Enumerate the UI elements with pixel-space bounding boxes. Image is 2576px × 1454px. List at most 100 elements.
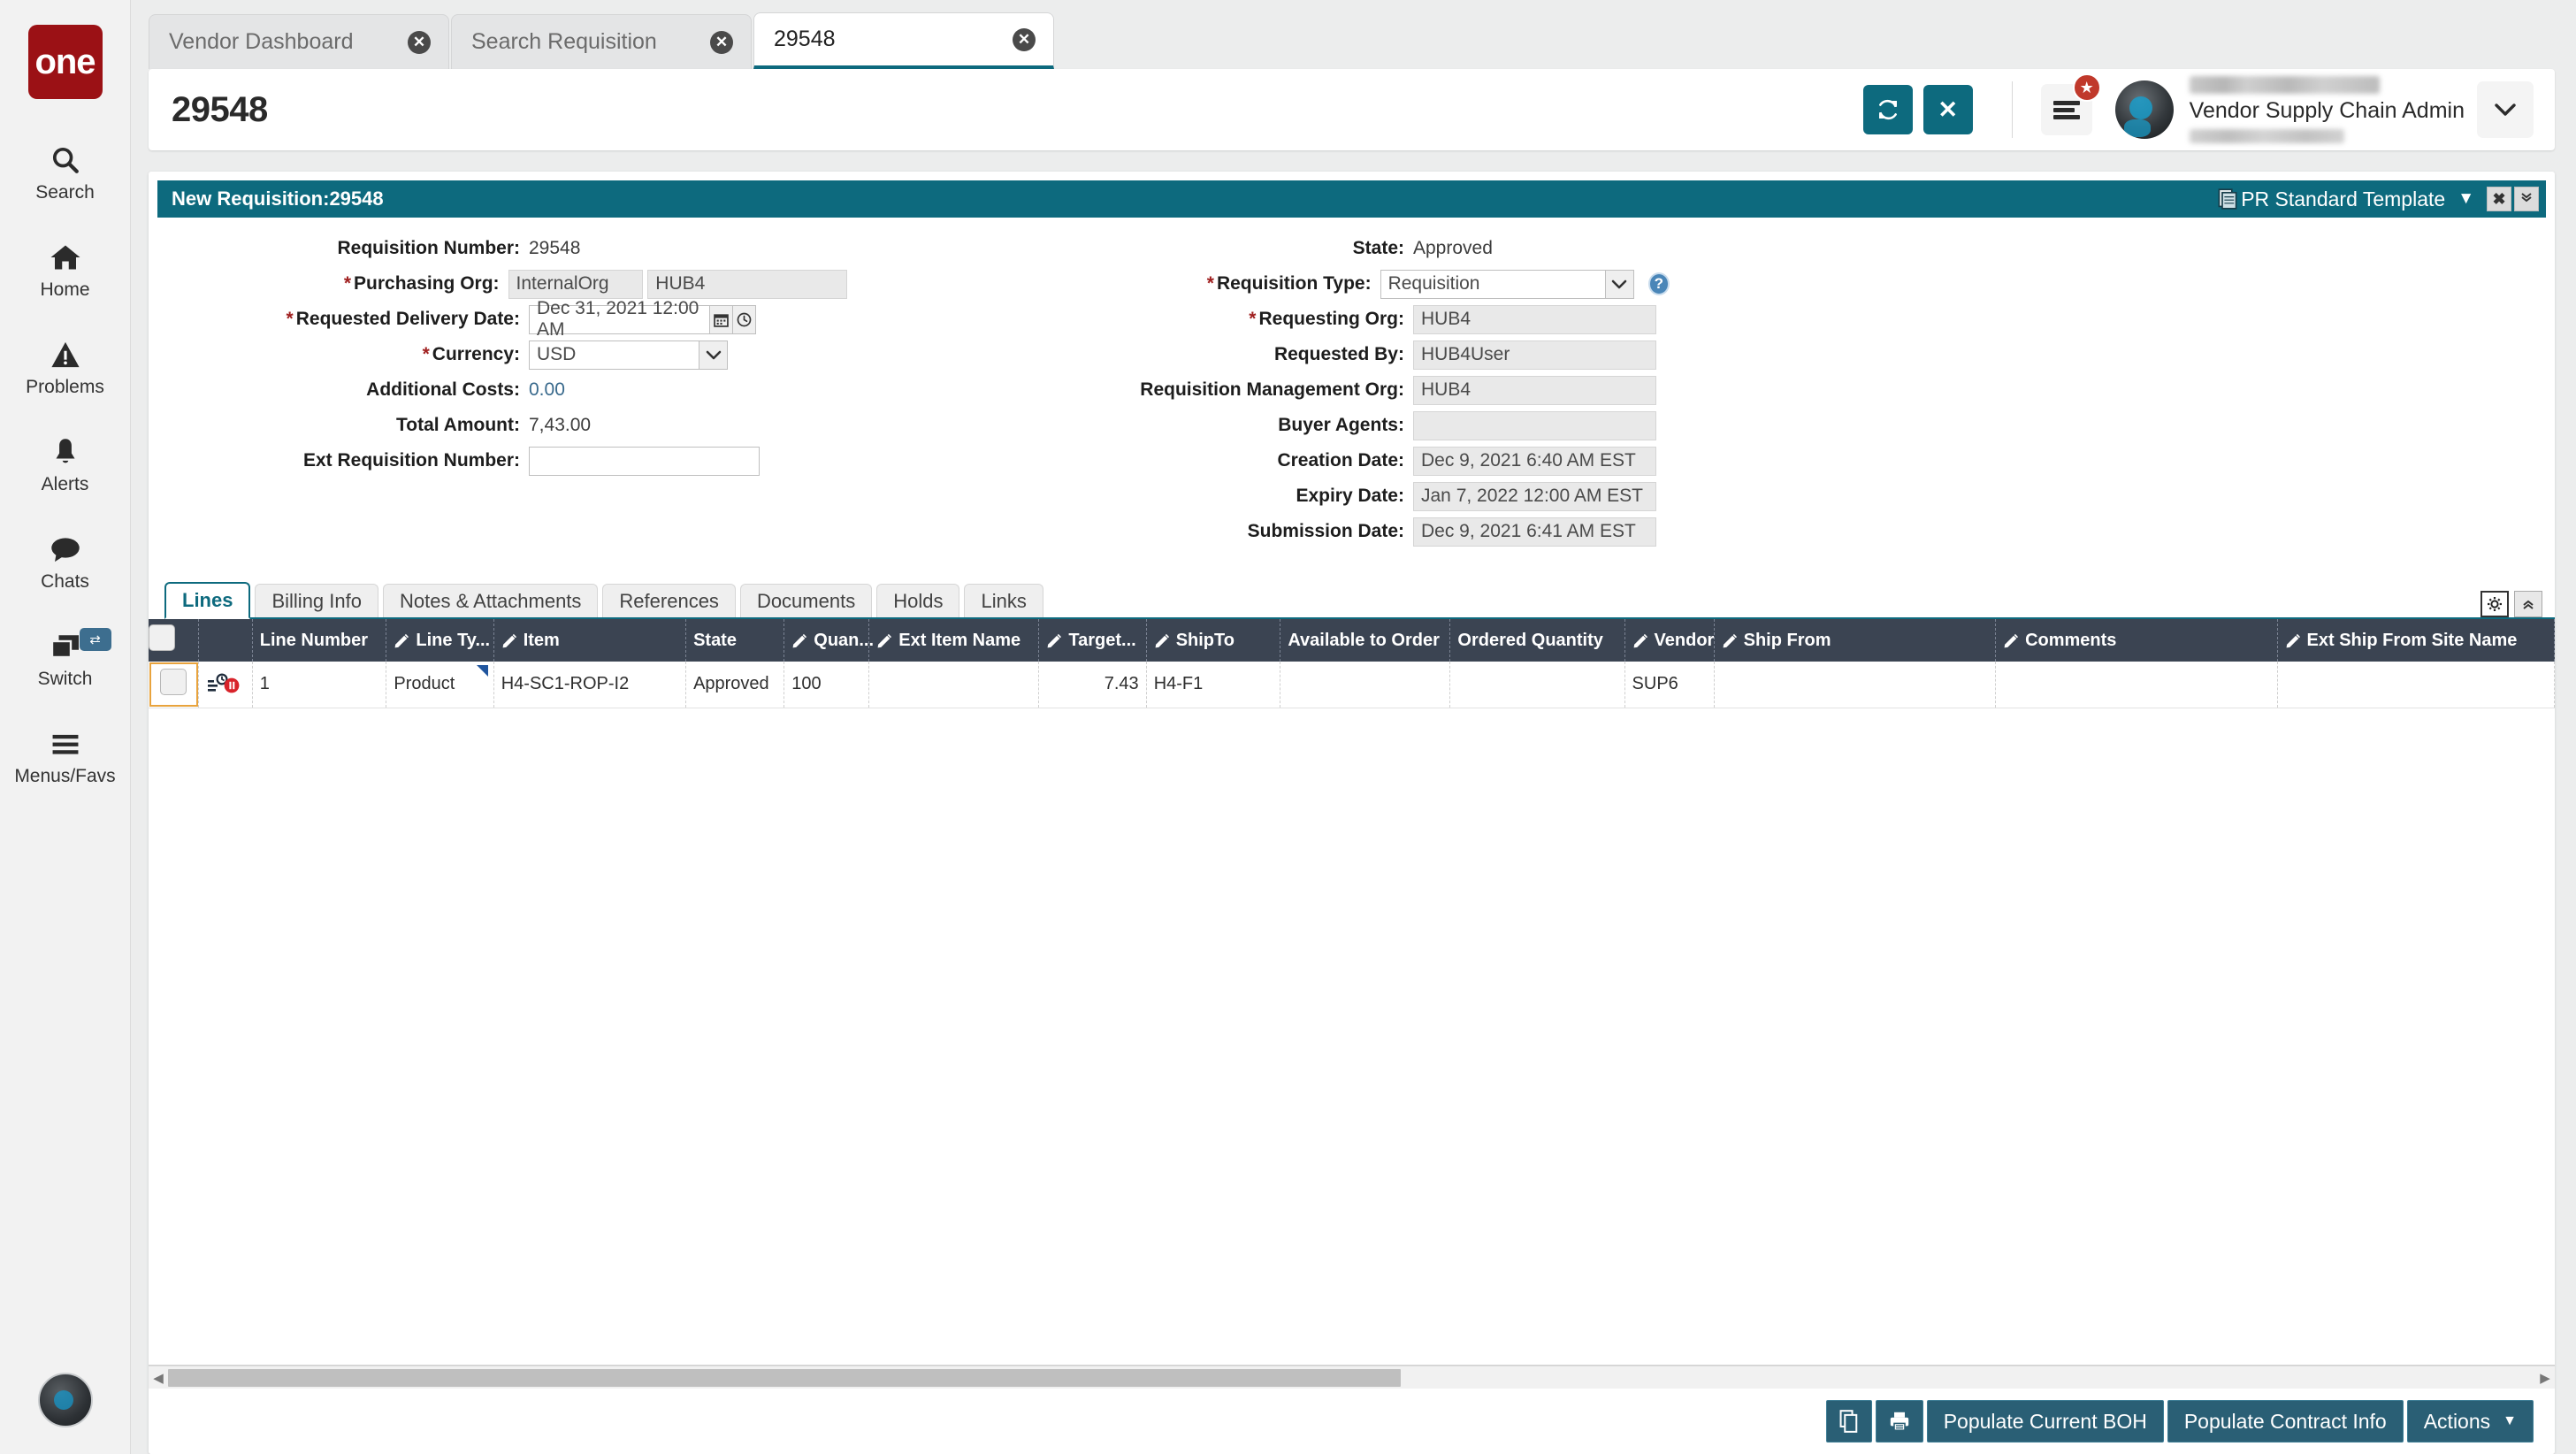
scroll-left-arrow-icon[interactable]: ◀ xyxy=(150,1370,166,1386)
column-header-target[interactable]: Target... xyxy=(1039,619,1146,662)
tab-references[interactable]: References xyxy=(602,584,736,617)
scroll-right-arrow-icon[interactable]: ▶ xyxy=(2537,1370,2553,1386)
sidebar-item-problems[interactable]: Problems xyxy=(0,325,131,409)
table-row[interactable]: 1 Product H4-SC1-ROP-I2 Approved 100 7.4… xyxy=(149,662,2555,708)
refresh-button[interactable] xyxy=(1863,85,1913,134)
scrollbar-thumb[interactable] xyxy=(168,1369,1401,1387)
close-icon[interactable]: ✕ xyxy=(1013,28,1036,51)
column-header-comments[interactable]: Comments xyxy=(1996,619,2277,662)
populate-current-boh-button[interactable]: Populate Current BOH xyxy=(1927,1400,2164,1443)
actions-menu-button[interactable]: Actions ▼ xyxy=(2407,1400,2534,1443)
column-header-ship-from[interactable]: Ship From xyxy=(1714,619,1995,662)
workspace-tab-29548[interactable]: 29548 ✕ xyxy=(753,12,1054,69)
purchasing-org-internal-input[interactable]: InternalOrg xyxy=(508,270,643,299)
column-header-line-type[interactable]: Line Ty... xyxy=(386,619,493,662)
requested-delivery-date-input[interactable]: Dec 31, 2021 12:00 AM xyxy=(529,305,710,334)
sidebar-item-switch[interactable]: Switch ⇄ xyxy=(0,617,131,700)
notifications-menu-button[interactable]: ★ xyxy=(2041,84,2092,135)
sidebar-item-home[interactable]: Home xyxy=(0,228,131,311)
select-all-header[interactable] xyxy=(149,619,199,662)
close-icon[interactable]: ✕ xyxy=(710,31,733,54)
calendar-icon[interactable] xyxy=(710,305,733,334)
cell-shipto[interactable]: H4-F1 xyxy=(1146,662,1280,708)
sidebar-item-alerts[interactable]: Alerts xyxy=(0,423,131,506)
column-header-quantity[interactable]: Quan... xyxy=(784,619,869,662)
cell-ship-from[interactable] xyxy=(1714,662,1995,708)
cell-available-to-order[interactable] xyxy=(1280,662,1450,708)
sidebar-item-chats[interactable]: Chats xyxy=(0,520,131,603)
help-icon[interactable]: ? xyxy=(1648,272,1670,295)
grid-collapse-icon[interactable] xyxy=(2514,591,2542,617)
tab-holds[interactable]: Holds xyxy=(876,584,959,617)
switch-badge-icon[interactable]: ⇄ xyxy=(80,628,111,651)
cell-vendor[interactable]: SUP6 xyxy=(1624,662,1714,708)
clock-icon[interactable] xyxy=(733,305,756,334)
requisition-type-select[interactable]: Requisition xyxy=(1380,270,1634,299)
sidebar-avatar[interactable] xyxy=(38,1373,93,1427)
column-header-vendor[interactable]: Vendor xyxy=(1624,619,1714,662)
expiry-date-input[interactable]: Jan 7, 2022 12:00 AM EST xyxy=(1413,482,1656,511)
column-header-shipto[interactable]: ShipTo xyxy=(1146,619,1280,662)
user-menu-chevron-down-icon[interactable] xyxy=(2477,81,2534,138)
column-header-state[interactable]: State xyxy=(686,619,784,662)
cell-ordered-quantity[interactable] xyxy=(1450,662,1624,708)
cell-ext-item-name[interactable] xyxy=(869,662,1039,708)
copy-button[interactable] xyxy=(1826,1400,1872,1443)
chevron-down-icon[interactable] xyxy=(699,341,728,370)
scrollbar-track[interactable] xyxy=(166,1369,2537,1387)
column-header-line-number[interactable]: Line Number xyxy=(252,619,386,662)
column-header-ext-item-name[interactable]: Ext Item Name xyxy=(869,619,1039,662)
tab-billing-info[interactable]: Billing Info xyxy=(255,584,378,617)
field-requested-delivery-date: *Requested Delivery Date: Dec 31, 2021 1… xyxy=(149,302,847,336)
populate-contract-info-button[interactable]: Populate Contract Info xyxy=(2167,1400,2404,1443)
chevron-down-icon[interactable] xyxy=(1606,270,1634,299)
column-header-ordered-quantity[interactable]: Ordered Quantity xyxy=(1450,619,1624,662)
column-header-item[interactable]: Item xyxy=(493,619,685,662)
tab-links[interactable]: Links xyxy=(964,584,1043,617)
print-button[interactable] xyxy=(1876,1400,1923,1443)
column-header-available-to-order[interactable]: Available to Order xyxy=(1280,619,1450,662)
cell-state[interactable]: Approved xyxy=(686,662,784,708)
grid-scroll-region[interactable]: Line Number Line Ty... Item State Quan..… xyxy=(149,619,2555,1366)
main-area: Vendor Dashboard ✕ Search Requisition ✕ … xyxy=(131,0,2576,1454)
requisition-management-org-input[interactable]: HUB4 xyxy=(1413,376,1656,405)
creation-date-input[interactable]: Dec 9, 2021 6:40 AM EST xyxy=(1413,447,1656,476)
cell-item[interactable]: H4-SC1-ROP-I2 xyxy=(493,662,685,708)
tab-notes-attachments[interactable]: Notes & Attachments xyxy=(383,584,598,617)
row-select-cell[interactable] xyxy=(149,662,199,708)
cell-line-type[interactable]: Product xyxy=(386,662,493,708)
row-checkbox[interactable] xyxy=(160,669,187,695)
chevron-down-icon[interactable]: ▼ xyxy=(2458,189,2474,209)
sidebar-item-menus-favs[interactable]: Menus/Favs xyxy=(0,715,131,798)
search-icon xyxy=(50,142,80,179)
horizontal-scrollbar[interactable]: ◀ ▶ xyxy=(149,1366,2555,1389)
currency-select[interactable]: USD xyxy=(529,341,728,370)
select-all-checkbox[interactable] xyxy=(149,624,175,651)
template-selector[interactable]: PR Standard Template ▼ xyxy=(2218,187,2487,211)
panel-close-icon[interactable]: ✖ xyxy=(2487,187,2511,211)
requesting-org-input[interactable]: HUB4 xyxy=(1413,305,1656,334)
row-status-icons[interactable] xyxy=(199,662,253,708)
panel-collapse-icon[interactable] xyxy=(2514,187,2539,211)
cell-line-number[interactable]: 1 xyxy=(252,662,386,708)
ext-requisition-number-input[interactable] xyxy=(529,447,760,476)
avatar[interactable] xyxy=(2115,80,2174,139)
close-page-button[interactable]: ✕ xyxy=(1923,85,1973,134)
workspace-tab-vendor-dashboard[interactable]: Vendor Dashboard ✕ xyxy=(149,14,449,69)
column-header-ext-ship-from-site-name[interactable]: Ext Ship From Site Name xyxy=(2277,619,2554,662)
cell-comments[interactable] xyxy=(1996,662,2277,708)
cell-ext-ship-from-site-name[interactable] xyxy=(2277,662,2554,708)
submission-date-input[interactable]: Dec 9, 2021 6:41 AM EST xyxy=(1413,517,1656,547)
purchasing-org-hub-input[interactable]: HUB4 xyxy=(647,270,847,299)
additional-costs-link[interactable]: 0.00 xyxy=(529,379,565,401)
cell-target[interactable]: 7.43 xyxy=(1039,662,1146,708)
workspace-tab-search-requisition[interactable]: Search Requisition ✕ xyxy=(451,14,752,69)
tab-lines[interactable]: Lines xyxy=(164,582,250,619)
cell-quantity[interactable]: 100 xyxy=(784,662,869,708)
tab-documents[interactable]: Documents xyxy=(740,584,872,617)
gear-icon[interactable] xyxy=(2480,591,2509,617)
buyer-agents-input[interactable] xyxy=(1413,411,1656,440)
sidebar-item-search[interactable]: Search xyxy=(0,131,131,214)
close-icon[interactable]: ✕ xyxy=(408,31,431,54)
requested-by-input[interactable]: HUB4User xyxy=(1413,341,1656,370)
